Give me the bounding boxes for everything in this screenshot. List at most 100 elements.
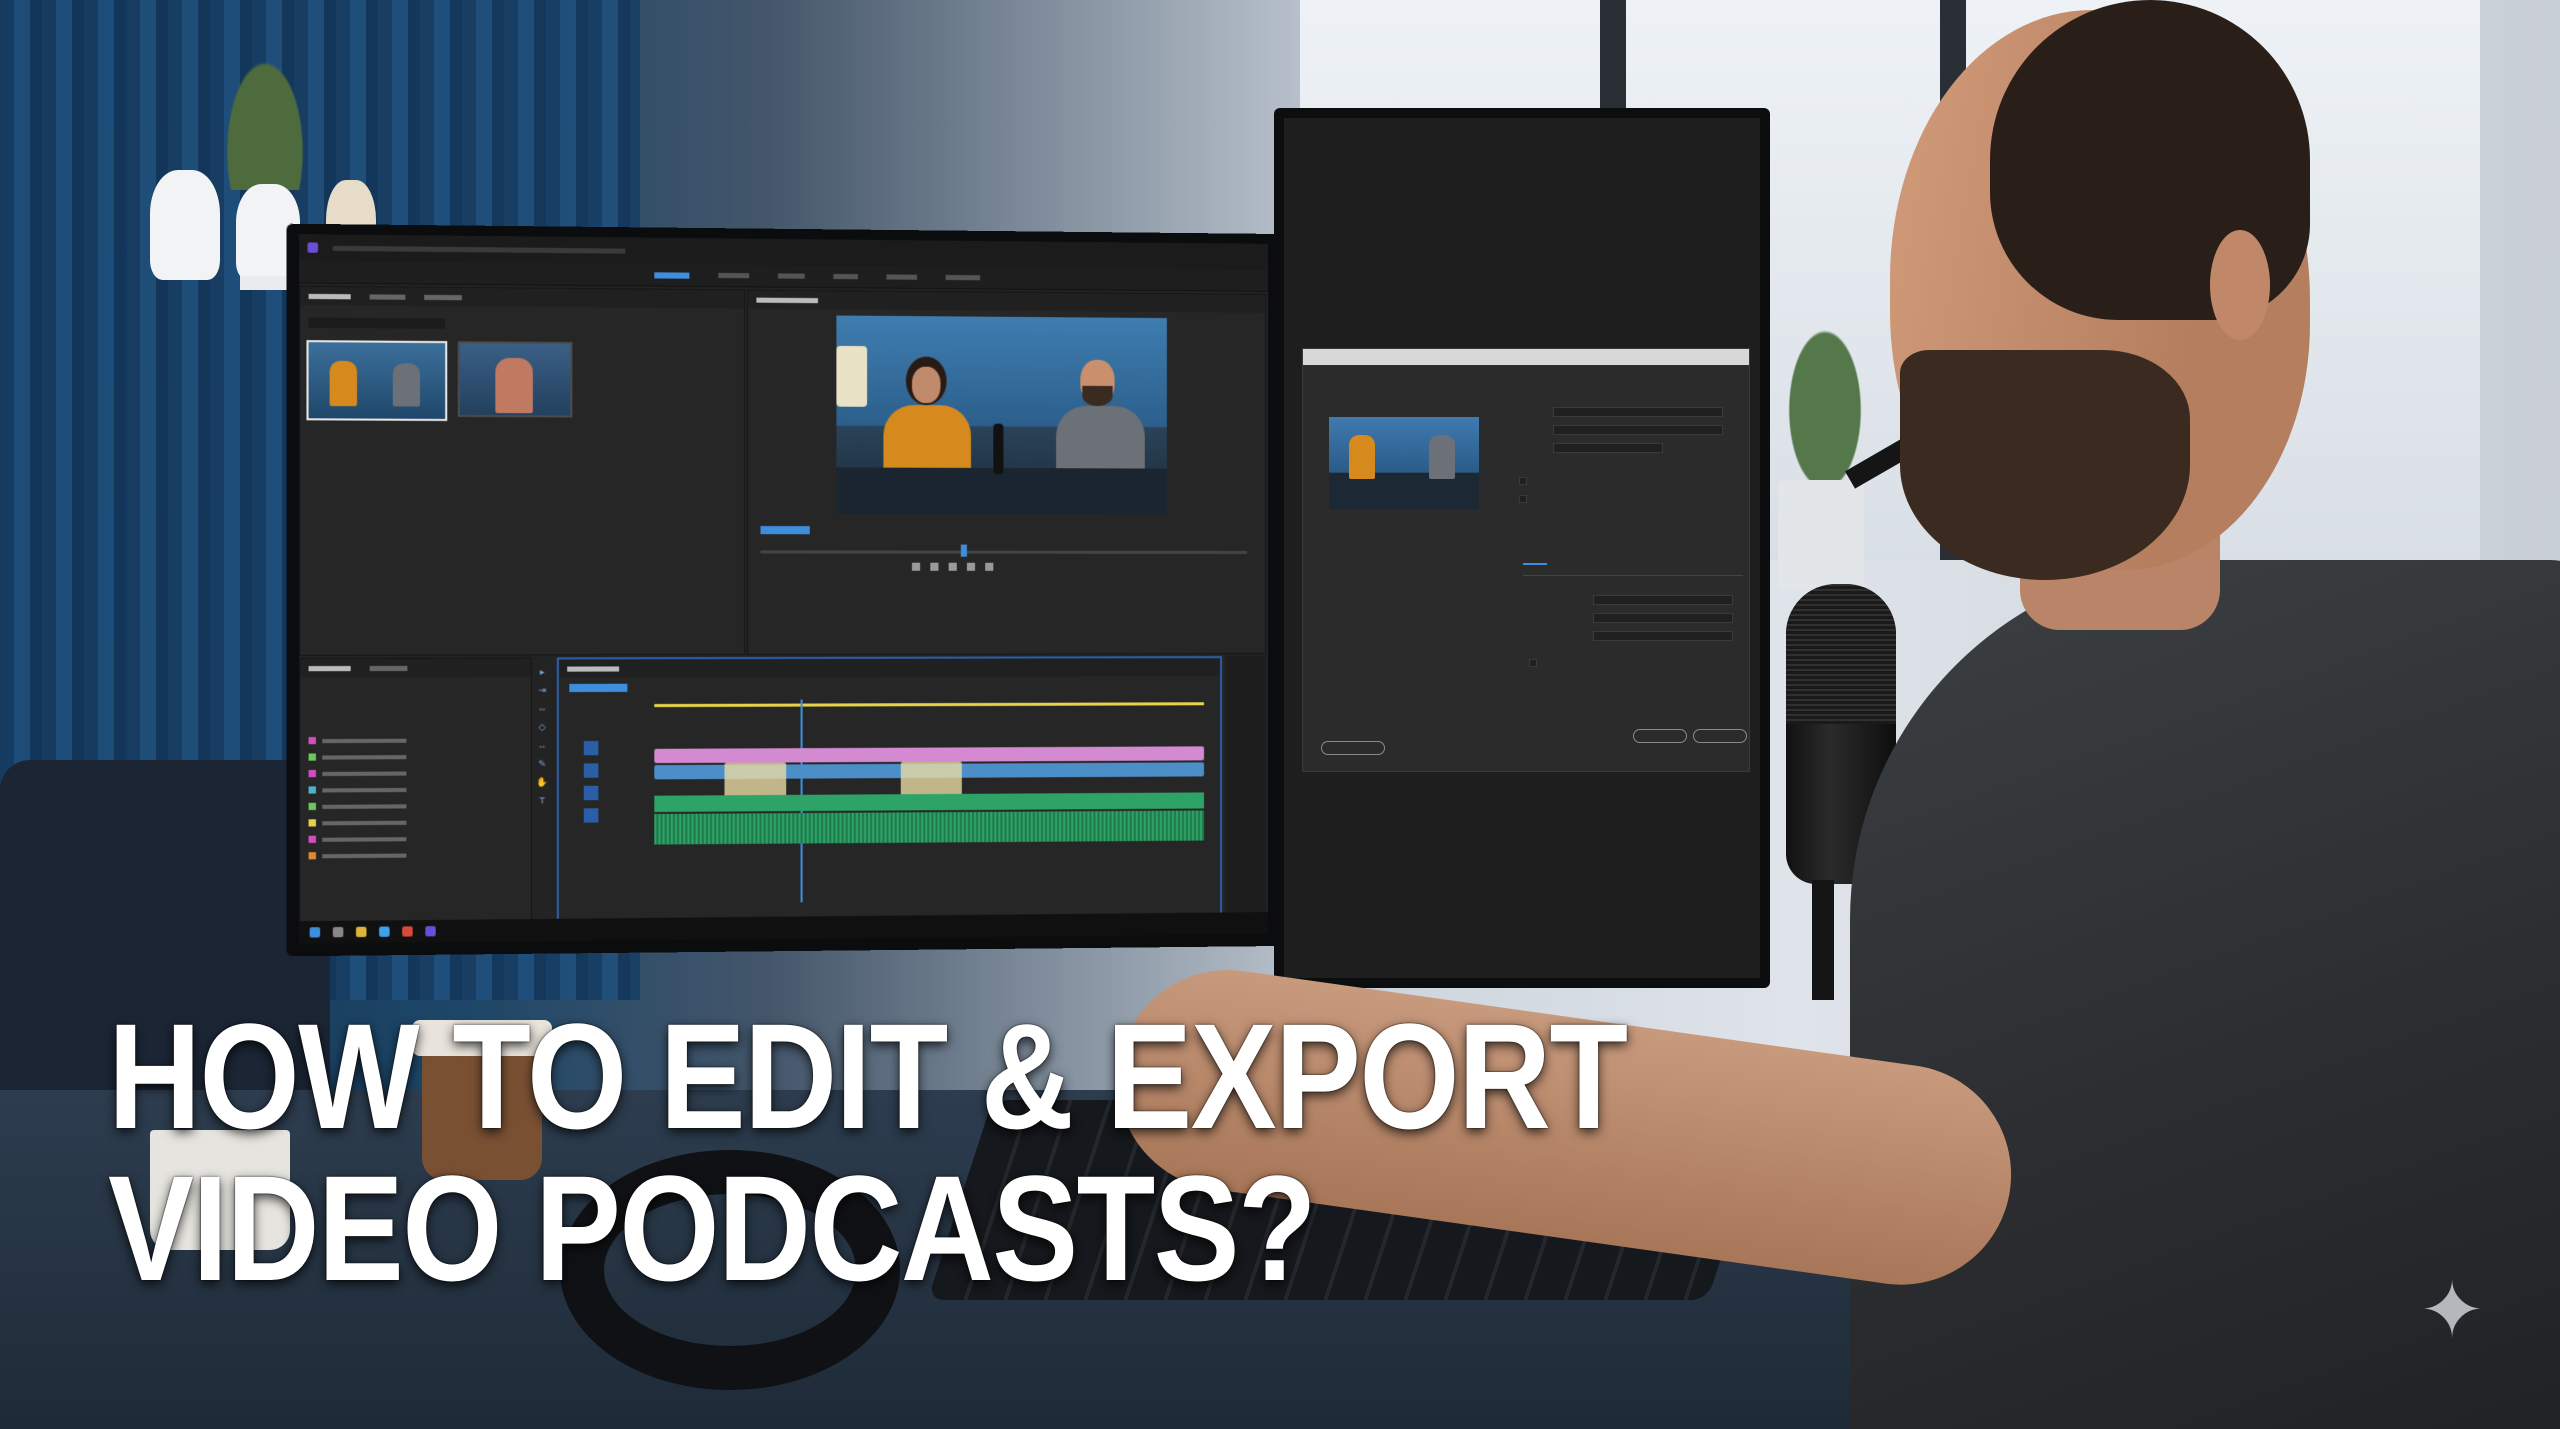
audio-meters (1226, 656, 1267, 925)
clip-thumbnail[interactable] (306, 340, 448, 421)
workspace-tab[interactable] (777, 273, 805, 279)
panel-tab[interactable] (424, 294, 462, 301)
step-forward-icon[interactable] (966, 562, 976, 571)
ripple-edit-icon[interactable]: ⇔ (536, 702, 548, 714)
bin-name (322, 836, 407, 842)
panel-tabs (748, 290, 1266, 313)
label-color (308, 753, 316, 761)
label-color (308, 786, 316, 794)
bin-name (322, 803, 407, 809)
preset-select[interactable] (1553, 425, 1723, 435)
track-toggle[interactable] (583, 763, 599, 778)
step-back-icon[interactable] (930, 562, 939, 571)
workspace-tab[interactable] (833, 273, 858, 280)
track-headers (583, 740, 642, 874)
bin-name (322, 853, 407, 858)
label-color (308, 819, 316, 827)
panel-tab[interactable] (369, 294, 406, 300)
search-input[interactable] (308, 317, 446, 329)
bin-item[interactable] (308, 819, 407, 827)
hand-tool-icon[interactable]: ✋ (536, 776, 548, 788)
bin-item[interactable] (308, 851, 407, 860)
slip-tool-icon[interactable]: ↔ (536, 739, 548, 751)
panel-tabs (558, 658, 1221, 678)
work-area-bar[interactable] (654, 702, 1205, 708)
ear (2210, 230, 2270, 340)
track-toggle[interactable] (583, 808, 599, 823)
label-color (308, 852, 316, 860)
clip-thumbnail[interactable] (457, 341, 573, 418)
label-color (308, 769, 316, 778)
marker-icon[interactable] (911, 562, 921, 571)
bin-item[interactable] (308, 786, 407, 794)
export-frame-icon[interactable] (985, 562, 994, 571)
lamp (836, 345, 868, 407)
audio-clip[interactable] (654, 792, 1205, 812)
import-button[interactable] (1321, 741, 1385, 755)
playhead-handle[interactable] (960, 544, 967, 557)
ok-button[interactable] (1633, 729, 1687, 743)
bitrate-select[interactable] (1593, 631, 1733, 641)
timeline-panel (556, 656, 1223, 932)
panel-tab[interactable] (308, 293, 351, 300)
panel-tab[interactable] (756, 297, 818, 304)
person-grey (392, 363, 421, 407)
selection-tool-icon[interactable]: ▸ (536, 666, 548, 678)
headline: HOW TO EDIT & EXPORT VIDEO PODCASTS? (108, 1000, 1628, 1304)
bin-item[interactable] (308, 737, 407, 745)
person-orange (329, 360, 358, 407)
table (836, 467, 1167, 515)
panel-tabs (300, 286, 745, 309)
search-icon[interactable] (332, 926, 344, 938)
pen-tool-icon[interactable]: ✎ (536, 757, 548, 769)
video-clip[interactable] (654, 746, 1205, 764)
export-video-checkbox[interactable] (1519, 477, 1527, 485)
sequence-timecode (569, 683, 628, 693)
razor-tool-icon[interactable]: ◇ (536, 721, 548, 733)
scrub-bar[interactable] (760, 550, 1248, 554)
bin-item[interactable] (308, 802, 407, 811)
beard (1082, 385, 1113, 407)
type-tool-icon[interactable]: T (536, 794, 548, 806)
track-select-icon[interactable]: ⇥ (536, 684, 548, 696)
bin-item[interactable] (308, 753, 407, 761)
workspace-tab[interactable] (886, 274, 918, 280)
quality-select[interactable] (1593, 613, 1733, 623)
bin-item[interactable] (308, 769, 407, 778)
dialog-titlebar (1303, 349, 1749, 365)
beard (1900, 350, 2190, 580)
export-audio-checkbox[interactable] (1519, 495, 1527, 503)
audio-waveform[interactable] (654, 810, 1205, 845)
max-render-checkbox[interactable] (1529, 659, 1537, 667)
browser-icon[interactable] (379, 926, 390, 937)
play-icon[interactable] (948, 562, 957, 571)
settings-divider (1523, 575, 1743, 576)
cancel-button[interactable] (1693, 729, 1747, 743)
sequence-tab[interactable] (567, 666, 620, 672)
panel-tab[interactable] (308, 666, 351, 672)
bin-name (322, 787, 407, 792)
label-color (308, 802, 316, 811)
export-dialog (1302, 348, 1750, 772)
bin-item[interactable] (308, 835, 407, 843)
output-name-field[interactable] (1553, 443, 1663, 453)
track-toggle[interactable] (583, 785, 599, 801)
desk-microphone (993, 423, 1004, 475)
folder-icon[interactable] (355, 926, 367, 938)
sparkle-icon: ✦ (2419, 1266, 2485, 1354)
workspace-tab[interactable] (945, 274, 981, 281)
format-select[interactable] (1553, 407, 1723, 417)
label-color (308, 737, 316, 745)
start-icon[interactable] (309, 927, 321, 938)
panel-tab[interactable] (369, 665, 408, 672)
codec-select[interactable] (1593, 595, 1733, 605)
monitor-right (1274, 108, 1770, 988)
workspace-tab[interactable] (718, 272, 750, 279)
shelf-plant (200, 0, 330, 190)
app-icon[interactable] (402, 926, 413, 937)
video-settings-tab[interactable] (1523, 563, 1547, 565)
editor-app-icon[interactable] (425, 926, 436, 937)
editor-person (1103, 0, 2560, 1429)
workspace-tab[interactable] (654, 271, 690, 279)
track-toggle[interactable] (583, 740, 599, 756)
